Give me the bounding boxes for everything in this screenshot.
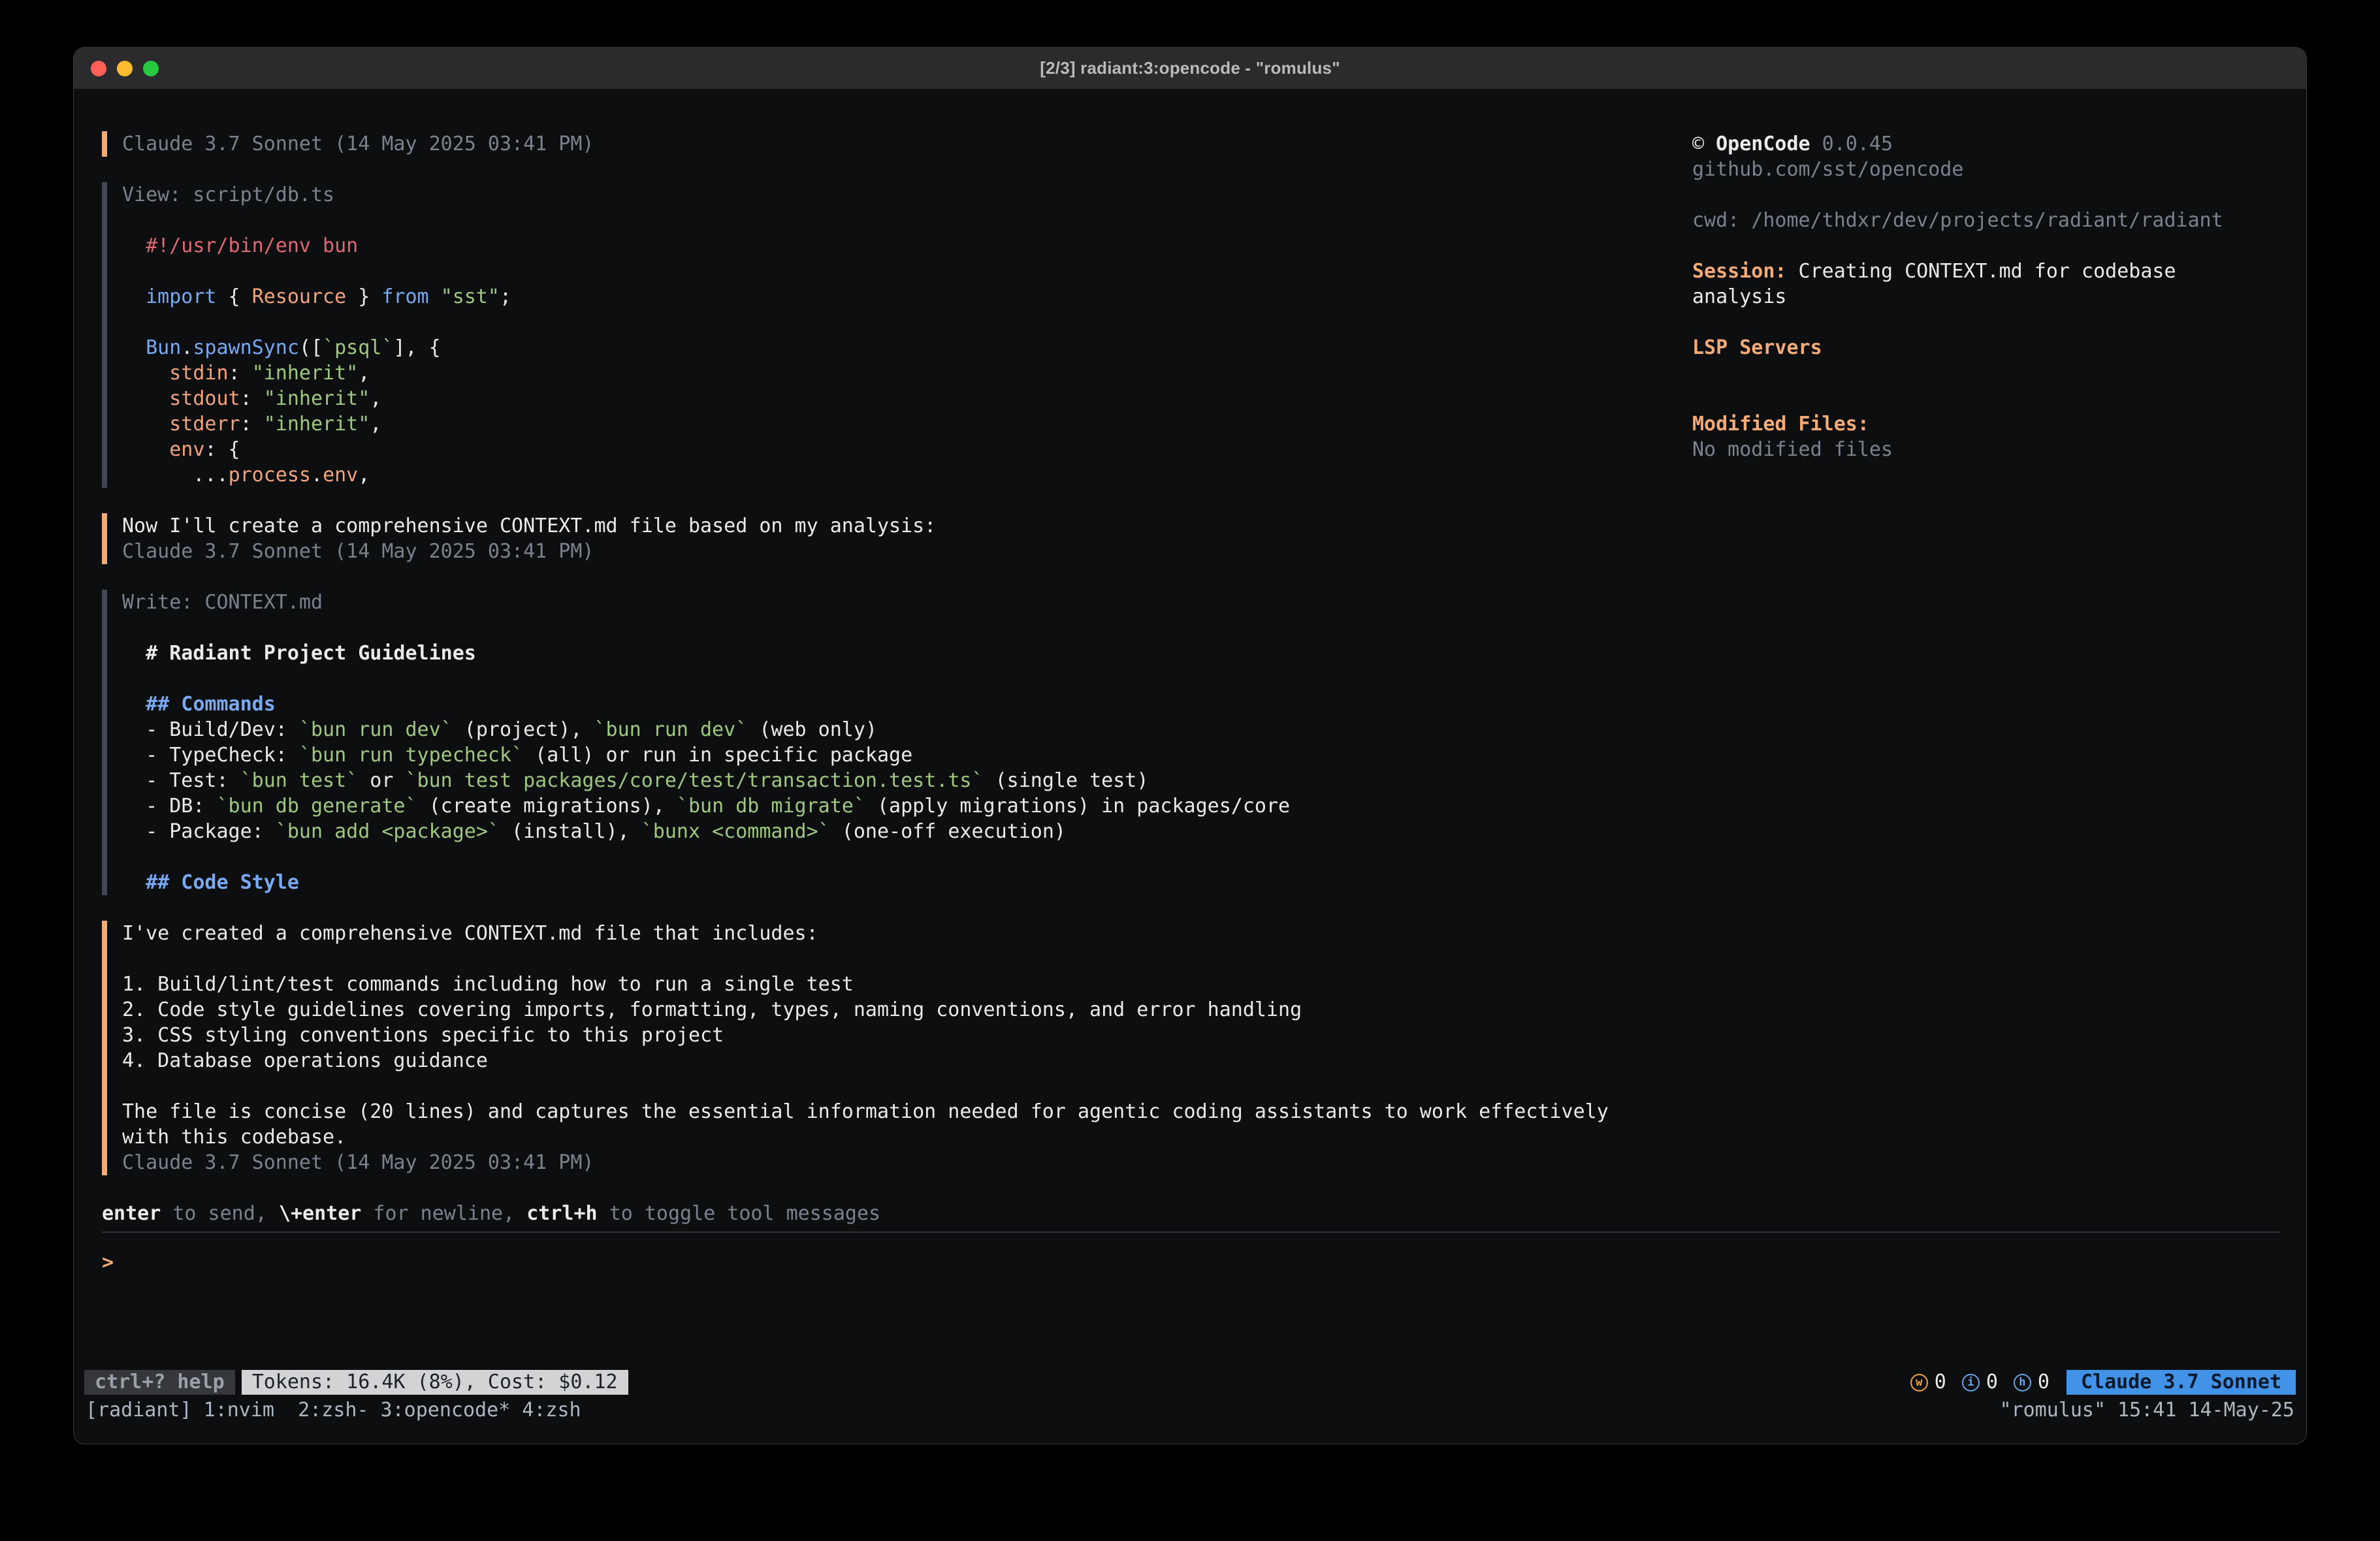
window-bottom-padding: [74, 1424, 2306, 1444]
chat-line: [122, 615, 1663, 641]
tool-write-block: Write: CONTEXT.md # Radiant Project Guid…: [102, 590, 1663, 895]
hint-line: enter to send, \+enter for newline, ctrl…: [102, 1201, 2280, 1226]
tmux-session-info: "romulus" 15:41 14-May-25: [1999, 1399, 2294, 1422]
window-title: [2/3] radiant:3:opencode - "romulus": [1040, 58, 1340, 78]
status-bar: ctrl+? help Tokens: 16.4K (8%), Cost: $0…: [74, 1369, 2306, 1395]
input-hint: enter to send, \+enter for newline, ctrl…: [102, 1201, 2280, 1226]
chat-line: Claude 3.7 Sonnet (14 May 2025 03:41 PM): [122, 539, 1663, 564]
sidebar-line: [1692, 360, 2288, 386]
tool-view-block: View: script/db.ts #!/usr/bin/env bun im…: [102, 182, 1663, 488]
chat-line: [122, 1073, 1663, 1099]
chat-messages: Claude 3.7 Sonnet (14 May 2025 03:41 PM)…: [102, 131, 1663, 1201]
assistant-message: I've created a comprehensive CONTEXT.md …: [102, 921, 1663, 1175]
chat-line: with this codebase.: [122, 1124, 1663, 1150]
chat-line: #!/usr/bin/env bun: [122, 233, 1663, 259]
chat-line: [122, 946, 1663, 972]
info-icon: i: [1962, 1374, 1980, 1391]
chat-line: - TypeCheck: `bun run typecheck` (all) o…: [122, 742, 1663, 768]
tmux-status-bar: [radiant] 1:nvim 2:zsh- 3:opencode* 4:zs…: [74, 1395, 2306, 1424]
chat-line: - Test: `bun test` or `bun test packages…: [122, 768, 1663, 793]
chat-line: - DB: `bun db generate` (create migratio…: [122, 793, 1663, 819]
chat-line: stdout: "inherit",: [122, 386, 1663, 411]
chat-line: [122, 259, 1663, 284]
diagnostic-hint: h0: [2014, 1370, 2050, 1395]
sidebar-line: Session: Creating CONTEXT.md for codebas…: [1692, 259, 2288, 284]
chat-line: Claude 3.7 Sonnet (14 May 2025 03:41 PM): [122, 131, 1663, 157]
chat-line: Write: CONTEXT.md: [122, 590, 1663, 615]
help-shortcut-chip: ctrl+? help: [84, 1370, 235, 1395]
chat-line: ## Code Style: [122, 870, 1663, 895]
close-button[interactable]: [91, 61, 106, 76]
sidebar-line: cwd: /home/thdxr/dev/projects/radiant/ra…: [1692, 208, 2288, 233]
minimize-button[interactable]: [117, 61, 133, 76]
chat-line: Bun.spawnSync([`psql`], {: [122, 335, 1663, 360]
tmux-window-list[interactable]: [radiant] 1:nvim 2:zsh- 3:opencode* 4:zs…: [86, 1399, 581, 1422]
sidebar-line: [1692, 310, 2288, 335]
chat-line: # Radiant Project Guidelines: [122, 641, 1663, 666]
prompt-symbol: >: [102, 1251, 114, 1274]
diagnostic-info: i0: [1962, 1370, 1998, 1395]
chat-line: 4. Database operations guidance: [122, 1048, 1663, 1073]
chat-line: ## Commands: [122, 691, 1663, 717]
chat-line: - Build/Dev: `bun run dev` (project), `b…: [122, 717, 1663, 742]
chat-line: env: {: [122, 437, 1663, 462]
sidebar-line: No modified files: [1692, 437, 2288, 462]
sidebar-line: LSP Servers: [1692, 335, 2288, 360]
input-area: enter to send, \+enter for newline, ctrl…: [102, 1201, 2280, 1275]
chat-line: [122, 666, 1663, 691]
sidebar-line: analysis: [1692, 284, 2288, 310]
chat-line: 3. CSS styling conventions specific to t…: [122, 1023, 1663, 1048]
chat-line: View: script/db.ts: [122, 182, 1663, 208]
chat-line: [122, 208, 1663, 233]
sidebar-line: © OpenCode 0.0.45: [1692, 131, 2288, 157]
sidebar-line: Modified Files:: [1692, 411, 2288, 437]
status-right-group: w0i0h0 Claude 3.7 Sonnet: [1910, 1370, 2296, 1395]
prompt-input[interactable]: >: [102, 1250, 2280, 1275]
chat-line: 2. Code style guidelines covering import…: [122, 997, 1663, 1023]
chat-line: The file is concise (20 lines) and captu…: [122, 1099, 1663, 1124]
hint-count: 0: [2038, 1370, 2050, 1395]
sidebar-line: [1692, 182, 2288, 208]
chat-line: 1. Build/lint/test commands including ho…: [122, 972, 1663, 997]
terminal-content: Claude 3.7 Sonnet (14 May 2025 03:41 PM)…: [74, 89, 2306, 1369]
assistant-header: Claude 3.7 Sonnet (14 May 2025 03:41 PM): [102, 131, 1663, 157]
hint-icon: h: [2014, 1374, 2031, 1391]
sidebar: © OpenCode 0.0.45github.com/sst/opencode…: [1692, 131, 2288, 462]
titlebar[interactable]: [2/3] radiant:3:opencode - "romulus": [74, 48, 2306, 89]
terminal-window: [2/3] radiant:3:opencode - "romulus" Cla…: [73, 47, 2307, 1444]
diagnostics: w0i0h0: [1910, 1370, 2050, 1395]
warning-icon: w: [1910, 1374, 1928, 1391]
sidebar-line: github.com/sst/opencode: [1692, 157, 2288, 182]
zoom-button[interactable]: [143, 61, 159, 76]
chat-line: [122, 310, 1663, 335]
chat-line: ...process.env,: [122, 462, 1663, 488]
chat-line: stdin: "inherit",: [122, 360, 1663, 386]
model-badge: Claude 3.7 Sonnet: [2066, 1370, 2296, 1395]
chat-line: Now I'll create a comprehensive CONTEXT.…: [122, 513, 1663, 539]
diagnostic-warning: w0: [1910, 1370, 1946, 1395]
info-count: 0: [1986, 1370, 1998, 1395]
sidebar-line: [1692, 233, 2288, 259]
tokens-cost-chip: Tokens: 16.4K (8%), Cost: $0.12: [242, 1370, 628, 1395]
assistant-message: Now I'll create a comprehensive CONTEXT.…: [102, 513, 1663, 564]
sidebar-line: [1692, 386, 2288, 411]
chat-line: import { Resource } from "sst";: [122, 284, 1663, 310]
traffic-lights: [91, 48, 159, 89]
chat-line: I've created a comprehensive CONTEXT.md …: [122, 921, 1663, 946]
input-separator: [102, 1231, 2280, 1233]
chat-line: Claude 3.7 Sonnet (14 May 2025 03:41 PM): [122, 1150, 1663, 1175]
chat-line: [122, 844, 1663, 870]
chat-line: stderr: "inherit",: [122, 411, 1663, 437]
warning-count: 0: [1935, 1370, 1946, 1395]
chat-line: - Package: `bun add <package>` (install)…: [122, 819, 1663, 844]
